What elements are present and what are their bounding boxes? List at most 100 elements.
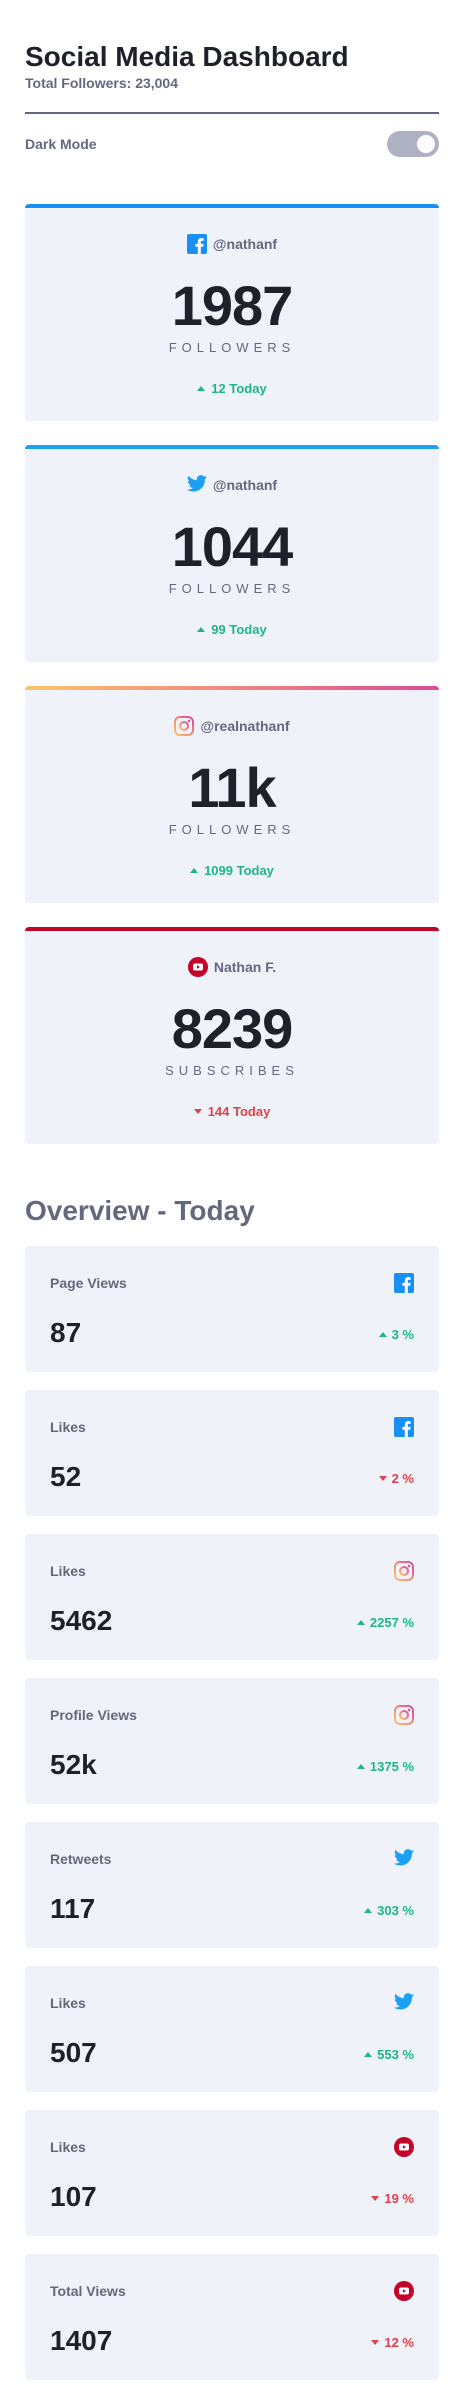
overview-change: 3 %	[378, 1327, 414, 1348]
today-change-text: 144 Today	[207, 1104, 271, 1119]
follower-card-twitter[interactable]: @nathanf 1044 FOLLOWERS 99 Today	[25, 445, 439, 662]
overview-change-text: 1375 %	[369, 1759, 414, 1774]
overview-list: Page Views 87 3 % Likes 52 2 % Likes 546…	[25, 1246, 439, 2380]
dark-mode-label: Dark Mode	[25, 136, 97, 152]
overview-change: 2257 %	[356, 1615, 414, 1636]
overview-value: 507	[50, 2037, 97, 2068]
up-arrow-icon	[356, 1764, 365, 1769]
overview-card[interactable]: Retweets 117 303 %	[25, 1822, 439, 1948]
overview-value: 5462	[50, 1605, 113, 1636]
youtube-icon	[394, 2137, 414, 2157]
dark-mode-row: Dark Mode	[25, 114, 439, 174]
card-handle: @nathanf	[212, 477, 278, 493]
overview-card[interactable]: Likes 107 19 %	[25, 2110, 439, 2236]
card-accent-bar	[25, 927, 439, 931]
twitter-icon	[394, 1993, 414, 2013]
follower-cards: @nathanf 1987 FOLLOWERS 12 Today @nathan…	[25, 204, 439, 1144]
overview-card[interactable]: Total Views 1407 12 %	[25, 2254, 439, 2380]
overview-change-text: 2257 %	[369, 1615, 414, 1630]
overview-change: 553 %	[364, 2047, 414, 2068]
down-arrow-icon	[371, 2196, 380, 2201]
overview-change-text: 12 %	[384, 2335, 414, 2350]
instagram-icon	[394, 1705, 414, 1725]
header: Social Media Dashboard Total Followers: …	[25, 0, 439, 92]
card-handle-row: Nathan F.	[25, 927, 439, 977]
up-arrow-icon	[378, 1332, 387, 1337]
follower-card-instagram[interactable]: @realnathanf 11k FOLLOWERS 1099 Today	[25, 686, 439, 903]
facebook-icon	[394, 1273, 414, 1293]
card-handle: @nathanf	[212, 236, 278, 252]
overview-label: Likes	[50, 1419, 86, 1435]
down-arrow-icon	[371, 2340, 380, 2345]
today-change: 1099 Today	[25, 863, 439, 878]
overview-change: 19 %	[371, 2191, 414, 2212]
card-handle: @realnathanf	[200, 718, 290, 734]
overview-card[interactable]: Profile Views 52k 1375 %	[25, 1678, 439, 1804]
follower-count: 1987	[171, 274, 294, 337]
overview-value: 52	[50, 1461, 82, 1492]
follower-label: SUBSCRIBES	[165, 1063, 299, 1078]
up-arrow-icon	[364, 2052, 373, 2057]
overview-change: 2 %	[378, 1471, 414, 1492]
overview-card[interactable]: Page Views 87 3 %	[25, 1246, 439, 1372]
overview-label: Total Views	[50, 2283, 126, 2299]
card-handle: Nathan F.	[213, 959, 277, 975]
follower-label: FOLLOWERS	[168, 340, 296, 355]
youtube-icon	[394, 2281, 414, 2301]
toggle-knob[interactable]	[417, 135, 435, 153]
down-arrow-icon	[193, 1109, 202, 1114]
youtube-icon	[187, 957, 208, 977]
up-arrow-icon	[356, 1620, 365, 1625]
dashboard-page: Social Media Dashboard Total Followers: …	[0, 0, 464, 2390]
overview-label: Profile Views	[50, 1707, 137, 1723]
up-arrow-icon	[190, 868, 199, 873]
overview-title: Overview - Today	[25, 1195, 255, 1226]
card-handle-row: @realnathanf	[25, 686, 439, 736]
follower-count: 1044	[171, 515, 294, 578]
follower-label: FOLLOWERS	[168, 581, 296, 596]
overview-card[interactable]: Likes 507 553 %	[25, 1966, 439, 2092]
follower-label: FOLLOWERS	[168, 822, 296, 837]
card-accent-bar	[25, 204, 439, 208]
overview-change: 12 %	[371, 2335, 414, 2356]
overview-change-text: 553 %	[377, 2047, 414, 2062]
total-followers: Total Followers: 23,004	[25, 75, 179, 91]
overview-card[interactable]: Likes 52 2 %	[25, 1390, 439, 1516]
card-accent-bar	[25, 445, 439, 449]
today-change: 144 Today	[25, 1104, 439, 1119]
twitter-icon	[394, 1849, 414, 1869]
overview-change: 303 %	[364, 1903, 414, 1924]
overview-value: 87	[50, 1317, 82, 1348]
dark-mode-toggle[interactable]	[387, 131, 439, 157]
overview-change-text: 2 %	[391, 1471, 414, 1486]
today-change: 99 Today	[25, 622, 439, 637]
instagram-icon	[174, 716, 195, 736]
overview-value: 52k	[50, 1749, 97, 1780]
overview-label: Likes	[50, 1995, 86, 2011]
facebook-icon	[186, 234, 207, 254]
today-change-text: 1099 Today	[204, 863, 274, 878]
overview-card[interactable]: Likes 5462 2257 %	[25, 1534, 439, 1660]
overview-change-text: 303 %	[377, 1903, 414, 1918]
today-change-text: 99 Today	[211, 622, 267, 637]
follower-card-facebook[interactable]: @nathanf 1987 FOLLOWERS 12 Today	[25, 204, 439, 421]
overview-value: 1407	[50, 2325, 113, 2356]
today-change: 12 Today	[25, 381, 439, 396]
overview-label: Likes	[50, 2139, 86, 2155]
follower-card-youtube[interactable]: Nathan F. 8239 SUBSCRIBES 144 Today	[25, 927, 439, 1144]
twitter-icon	[186, 475, 207, 495]
overview-value: 107	[50, 2181, 97, 2212]
today-change-text: 12 Today	[211, 381, 267, 396]
overview-change: 1375 %	[356, 1759, 414, 1780]
follower-count: 11k	[188, 756, 276, 819]
facebook-icon	[394, 1417, 414, 1437]
up-arrow-icon	[197, 386, 206, 391]
overview-label: Retweets	[50, 1851, 112, 1867]
up-arrow-icon	[364, 1908, 373, 1913]
overview-label: Page Views	[50, 1275, 127, 1291]
down-arrow-icon	[378, 1476, 387, 1481]
up-arrow-icon	[197, 627, 206, 632]
instagram-icon	[394, 1561, 414, 1581]
card-accent-bar	[25, 686, 439, 690]
overview-label: Likes	[50, 1563, 86, 1579]
